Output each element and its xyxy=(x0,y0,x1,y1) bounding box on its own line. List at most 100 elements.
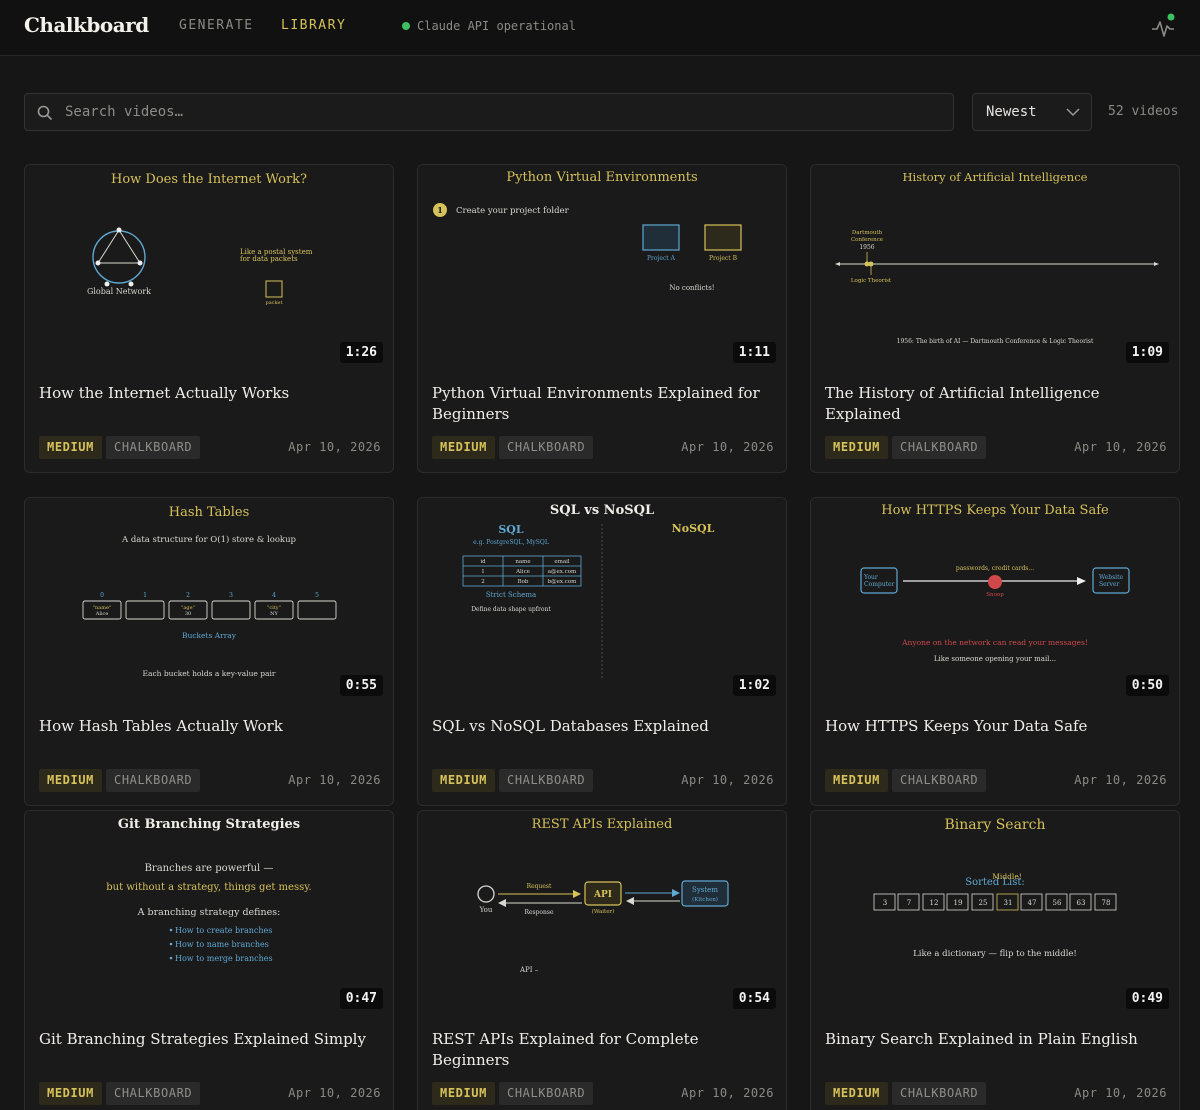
thumb-label: Response xyxy=(524,909,554,916)
top-bar: Chalkboard GENERATE LIBRARY Claude API o… xyxy=(0,0,1200,56)
nav-library[interactable]: LIBRARY xyxy=(281,18,346,33)
thumb-step-number: 1 xyxy=(437,205,443,215)
video-card[interactable]: Binary Search Sorted List: Middle! 3 7 1… xyxy=(810,810,1180,1110)
chevron-down-icon xyxy=(1066,108,1080,117)
video-card[interactable]: How Does the Internet Work? Global Netwo… xyxy=(24,164,394,473)
video-title[interactable]: How Hash Tables Actually Work xyxy=(39,716,379,737)
card-meta: MEDIUM CHALKBOARD Apr 10, 2026 xyxy=(432,769,774,792)
video-thumbnail[interactable]: How Does the Internet Work? Global Netwo… xyxy=(25,165,393,371)
video-card[interactable]: How HTTPS Keeps Your Data Safe Your Comp… xyxy=(810,497,1180,806)
thumb-label: SQL xyxy=(498,523,524,536)
difficulty-badge: MEDIUM xyxy=(39,1082,102,1105)
video-thumbnail[interactable]: History of Artificial Intelligence Dartm… xyxy=(811,165,1179,371)
video-thumbnail[interactable]: SQL vs NoSQL SQL e.g. PostgreSQL, MySQL … xyxy=(418,498,786,704)
thumb-caption: Each bucket holds a key-value pair xyxy=(143,669,276,678)
thumb-number: 78 xyxy=(1102,899,1111,907)
card-meta: MEDIUM CHALKBOARD Apr 10, 2026 xyxy=(39,1082,381,1105)
style-badge: CHALKBOARD xyxy=(499,436,594,459)
search-bar[interactable] xyxy=(24,93,954,131)
sort-select[interactable]: Newest xyxy=(972,93,1092,131)
video-title[interactable]: REST APIs Explained for Complete Beginne… xyxy=(432,1029,772,1071)
thumb-table-header: name xyxy=(515,559,530,565)
video-thumbnail[interactable]: Binary Search Sorted List: Middle! 3 7 1… xyxy=(811,811,1179,1017)
thumb-label: Project A xyxy=(647,255,676,262)
difficulty-badge: MEDIUM xyxy=(39,436,102,459)
thumb-label: Global Network xyxy=(87,287,151,296)
thumb-label: Project B xyxy=(709,255,738,262)
thumb-label: Request xyxy=(527,883,552,890)
nav-generate[interactable]: GENERATE xyxy=(179,18,254,33)
thumb-bullet: How to name branches xyxy=(175,940,269,949)
video-thumbnail[interactable]: How HTTPS Keeps Your Data Safe Your Comp… xyxy=(811,498,1179,704)
thumb-number: 7 xyxy=(907,899,911,907)
api-status: Claude API operational xyxy=(402,19,576,33)
video-thumbnail[interactable]: Python Virtual Environments 1 Create you… xyxy=(418,165,786,371)
video-title[interactable]: SQL vs NoSQL Databases Explained xyxy=(432,716,772,737)
style-badge: CHALKBOARD xyxy=(892,769,987,792)
thumb-table-cell: Alice xyxy=(515,569,530,575)
thumb-table-header: email xyxy=(554,559,570,565)
thumb-table-cell: 2 xyxy=(481,579,485,585)
thumb-line: but without a strategy, things get messy… xyxy=(106,882,311,893)
thumb-label: Server xyxy=(1099,581,1119,588)
video-card[interactable]: Python Virtual Environments 1 Create you… xyxy=(417,164,787,473)
created-date: Apr 10, 2026 xyxy=(681,1086,774,1100)
video-title[interactable]: Git Branching Strategies Explained Simpl… xyxy=(39,1029,379,1050)
card-meta: MEDIUM CHALKBOARD Apr 10, 2026 xyxy=(39,436,381,459)
video-thumbnail[interactable]: Hash Tables A data structure for O(1) st… xyxy=(25,498,393,704)
thumb-table-cell: 1 xyxy=(481,569,485,575)
thumb-label: Buckets Array xyxy=(182,631,237,640)
thumb-index: 3 xyxy=(229,592,233,599)
thumb-label: Conference xyxy=(851,237,883,243)
video-card[interactable]: History of Artificial Intelligence Dartm… xyxy=(810,164,1180,473)
thumb-label: Logic Theorist xyxy=(851,278,892,284)
thumb-bucket-value: Alice xyxy=(95,611,109,617)
thumb-label: Website xyxy=(1099,574,1123,581)
thumb-note: for data packets xyxy=(240,255,298,263)
thumb-line: Branches are powerful — xyxy=(145,863,274,874)
card-meta: MEDIUM CHALKBOARD Apr 10, 2026 xyxy=(825,769,1167,792)
created-date: Apr 10, 2026 xyxy=(681,440,774,454)
thumb-index: 1 xyxy=(143,592,147,599)
video-title[interactable]: How the Internet Actually Works xyxy=(39,383,379,404)
thumb-label: Your xyxy=(863,574,878,581)
thumb-heading: REST APIs Explained xyxy=(532,817,673,832)
app-logo[interactable]: Chalkboard xyxy=(24,13,149,37)
thumb-label: API xyxy=(593,890,612,900)
activity-pulse-icon[interactable] xyxy=(1150,12,1178,40)
thumb-label: API – xyxy=(519,966,539,974)
style-badge: CHALKBOARD xyxy=(106,1082,201,1105)
duration-badge: 0:54 xyxy=(732,988,776,1009)
thumb-subtitle: A data structure for O(1) store & lookup xyxy=(121,534,297,545)
created-date: Apr 10, 2026 xyxy=(1074,1086,1167,1100)
thumb-heading: SQL vs NoSQL xyxy=(550,503,654,518)
thumb-index: 5 xyxy=(315,592,319,599)
video-card[interactable]: REST APIs Explained You Request Response… xyxy=(417,810,787,1110)
difficulty-badge: MEDIUM xyxy=(432,769,495,792)
style-badge: CHALKBOARD xyxy=(499,769,594,792)
video-title[interactable]: How HTTPS Keeps Your Data Safe xyxy=(825,716,1165,737)
video-card[interactable]: Hash Tables A data structure for O(1) st… xyxy=(24,497,394,806)
thumb-bullet: How to create branches xyxy=(175,926,272,935)
duration-badge: 0:50 xyxy=(1125,675,1169,696)
thumb-label: Middle! xyxy=(992,872,1022,881)
video-title[interactable]: Binary Search Explained in Plain English xyxy=(825,1029,1165,1050)
video-card[interactable]: SQL vs NoSQL SQL e.g. PostgreSQL, MySQL … xyxy=(417,497,787,806)
video-title[interactable]: The History of Artificial Intelligence E… xyxy=(825,383,1165,425)
video-card[interactable]: Git Branching Strategies Branches are po… xyxy=(24,810,394,1110)
thumb-number: 12 xyxy=(930,899,939,907)
thumb-index: 0 xyxy=(100,592,104,599)
style-badge: CHALKBOARD xyxy=(106,769,201,792)
difficulty-badge: MEDIUM xyxy=(825,1082,888,1105)
video-thumbnail[interactable]: Git Branching Strategies Branches are po… xyxy=(25,811,393,1017)
thumb-label: passwords, credit cards... xyxy=(956,565,1034,572)
video-thumbnail[interactable]: REST APIs Explained You Request Response… xyxy=(418,811,786,1017)
style-badge: CHALKBOARD xyxy=(892,436,987,459)
created-date: Apr 10, 2026 xyxy=(288,1086,381,1100)
thumb-heading: Python Virtual Environments xyxy=(506,170,697,185)
thumb-heading: How Does the Internet Work? xyxy=(111,172,307,187)
thumb-label: (Waiter) xyxy=(592,908,615,915)
video-title[interactable]: Python Virtual Environments Explained fo… xyxy=(432,383,772,425)
thumb-label: NoSQL xyxy=(672,522,715,535)
search-input[interactable] xyxy=(65,94,935,130)
